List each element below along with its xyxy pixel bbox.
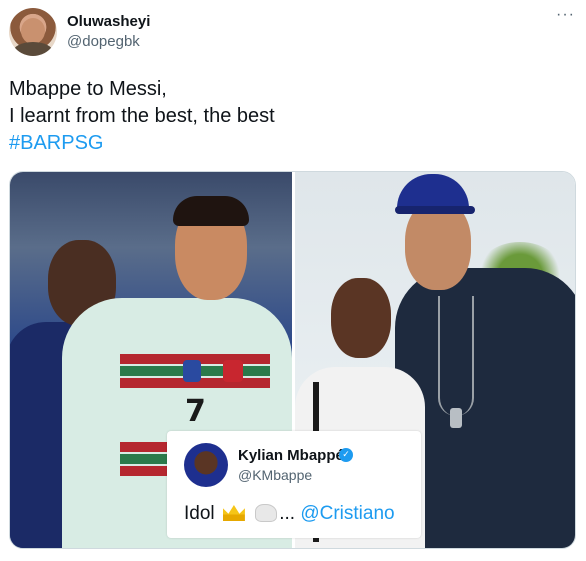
crest-icon — [223, 360, 243, 382]
more-horizontal-icon[interactable]: ··· — [556, 6, 575, 24]
embedded-tweet-text: Idol ... @Cristiano — [184, 503, 395, 525]
embedded-avatar — [184, 443, 228, 487]
user-avatar[interactable] — [9, 8, 57, 56]
hashtag-link[interactable]: #BARPSG — [9, 130, 275, 157]
embedded-text: Idol — [184, 503, 215, 524]
embedded-tweet-card: Kylian Mbappé ✓ @KMbappe Idol ... @Crist… — [167, 431, 421, 538]
tweet-text-line: Mbappe to Messi, — [9, 78, 167, 100]
photo-necklace — [438, 296, 474, 416]
crest-icon — [183, 360, 201, 382]
user-handle[interactable]: @dopegbk — [67, 33, 140, 50]
photo-figure — [331, 278, 391, 358]
photo-necklace-tag — [450, 408, 462, 428]
goat-icon — [255, 504, 278, 522]
verified-badge-icon: ✓ — [339, 448, 353, 462]
mention-link: @Cristiano — [300, 503, 395, 524]
avatar-face — [21, 18, 45, 44]
display-name[interactable]: Oluwasheyi — [67, 13, 150, 30]
photo-figure — [173, 196, 249, 226]
photo-cap — [395, 206, 475, 214]
embedded-handle: @KMbappe — [238, 467, 313, 483]
tweet-card: Oluwasheyi @dopegbk ··· Mbappe to Messi,… — [0, 0, 586, 561]
embedded-ellipsis: ... — [279, 503, 296, 524]
tweet-media[interactable]: 7 Kylian Mbappé ✓ @KMbappe Idol ... @Cri… — [9, 171, 576, 549]
avatar-shirt — [13, 42, 53, 56]
tweet-text-line: I learnt from the best, the best — [9, 105, 275, 127]
crown-icon — [222, 505, 245, 521]
embedded-display-name: Kylian Mbappé — [238, 447, 344, 464]
jersey-number: 7 — [185, 394, 206, 429]
tweet-text: Mbappe to Messi, I learnt from the best,… — [9, 76, 275, 157]
